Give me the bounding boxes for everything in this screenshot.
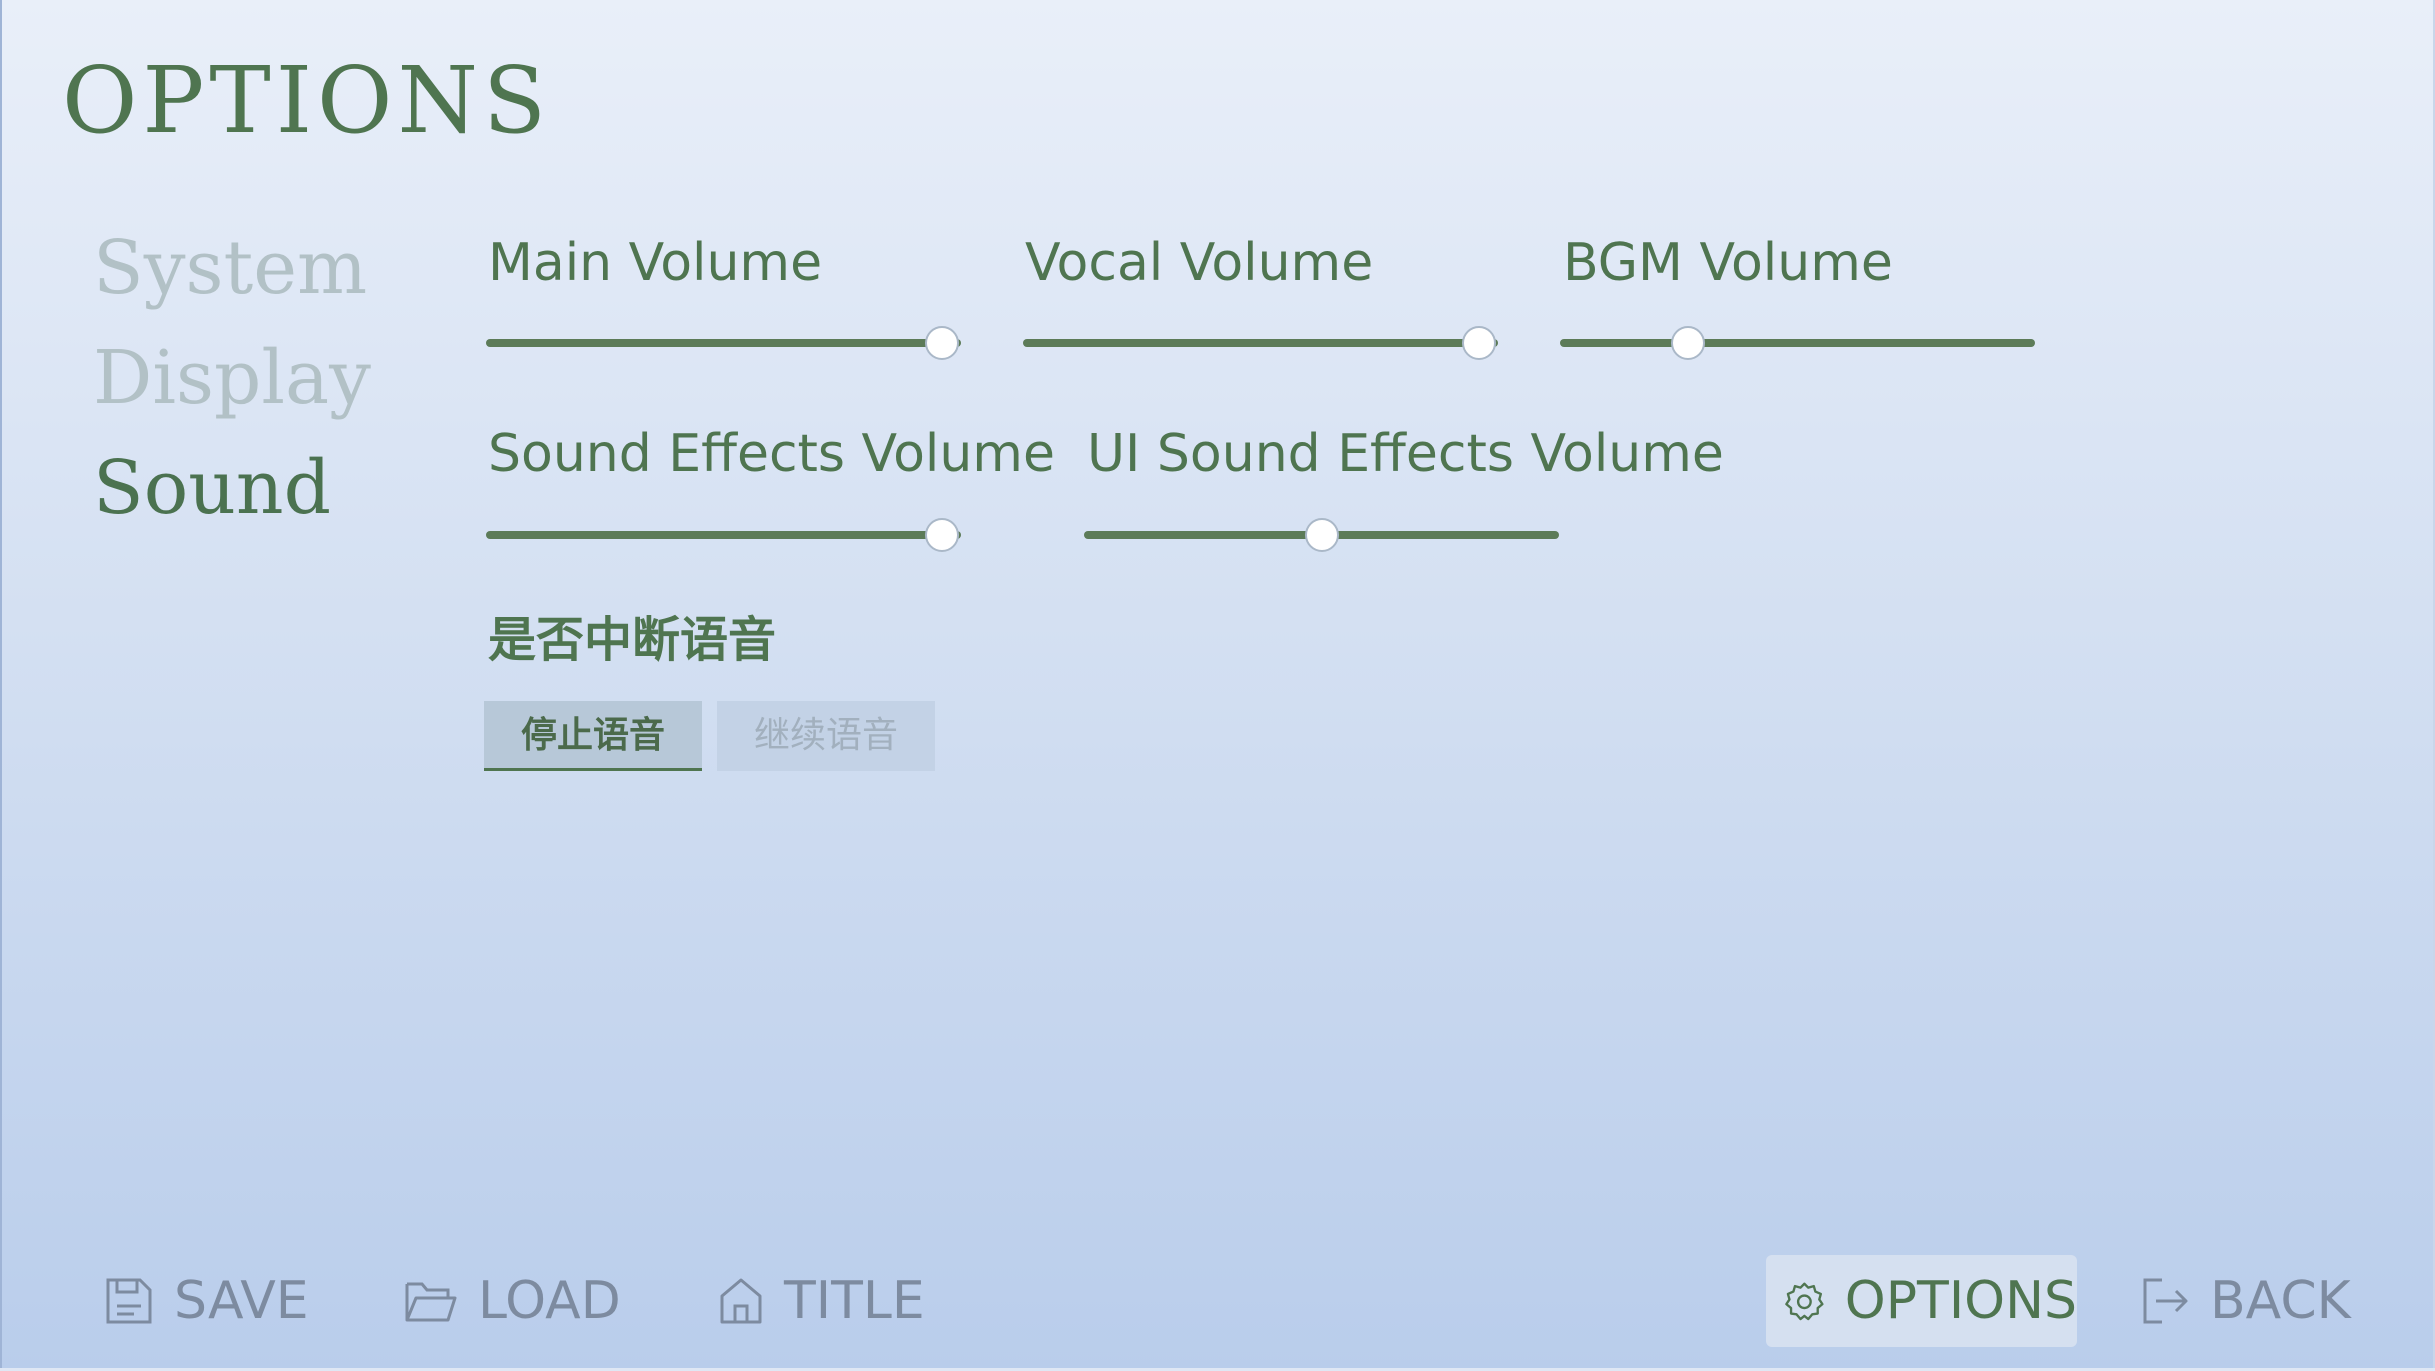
ui-sound-effects-volume-slider-thumb[interactable] xyxy=(1304,518,1339,552)
gear-icon xyxy=(1785,1282,1824,1321)
title-label: TITLE xyxy=(784,1271,925,1331)
home-icon xyxy=(720,1278,762,1324)
ui-sound-effects-volume-label: UI Sound Effects Volume xyxy=(1087,424,1724,484)
sound-effects-volume-label: Sound Effects Volume xyxy=(488,424,1055,484)
vocal-volume-label: Vocal Volume xyxy=(1025,233,1374,293)
load-label: LOAD xyxy=(478,1271,621,1331)
sound-effects-volume-slider[interactable] xyxy=(486,518,961,552)
load-button[interactable]: LOAD xyxy=(404,1255,621,1347)
bgm-volume-label: BGM Volume xyxy=(1563,233,1893,293)
bgm-volume-slider[interactable] xyxy=(1560,326,2035,360)
save-button[interactable]: SAVE xyxy=(104,1255,309,1347)
back-button[interactable]: BACK xyxy=(2140,1255,2351,1347)
bgm-volume-slider-thumb[interactable] xyxy=(1671,326,1706,360)
sound-effects-volume-slider-thumb[interactable] xyxy=(925,518,959,552)
continue-voice-button[interactable]: 继续语音 xyxy=(717,701,935,771)
options-label: OPTIONS xyxy=(1844,1271,2077,1331)
page-title: OPTIONS xyxy=(62,47,551,154)
title-button[interactable]: TITLE xyxy=(718,1255,925,1347)
save-icon xyxy=(106,1278,152,1324)
vocal-volume-slider[interactable] xyxy=(1023,326,1498,360)
main-volume-slider-thumb[interactable] xyxy=(925,326,959,360)
folder-icon xyxy=(405,1282,457,1322)
sidebar-item-system[interactable]: System xyxy=(93,231,367,305)
main-volume-slider[interactable] xyxy=(486,326,961,360)
vocal-volume-slider-thumb[interactable] xyxy=(1462,326,1496,360)
options-button[interactable]: OPTIONS xyxy=(1766,1255,2077,1347)
back-label: BACK xyxy=(2210,1271,2351,1331)
stop-voice-button[interactable]: 停止语音 xyxy=(484,701,702,771)
save-label: SAVE xyxy=(174,1271,309,1331)
main-volume-label: Main Volume xyxy=(488,233,823,293)
ui-sound-effects-volume-slider[interactable] xyxy=(1084,518,1559,552)
exit-icon xyxy=(2143,1278,2188,1324)
window-left-edge xyxy=(0,0,2,1371)
sidebar-item-sound[interactable]: Sound xyxy=(93,451,331,525)
sidebar-item-display[interactable]: Display xyxy=(93,341,371,415)
interrupt-voice-heading: 是否中断语音 xyxy=(488,612,777,668)
